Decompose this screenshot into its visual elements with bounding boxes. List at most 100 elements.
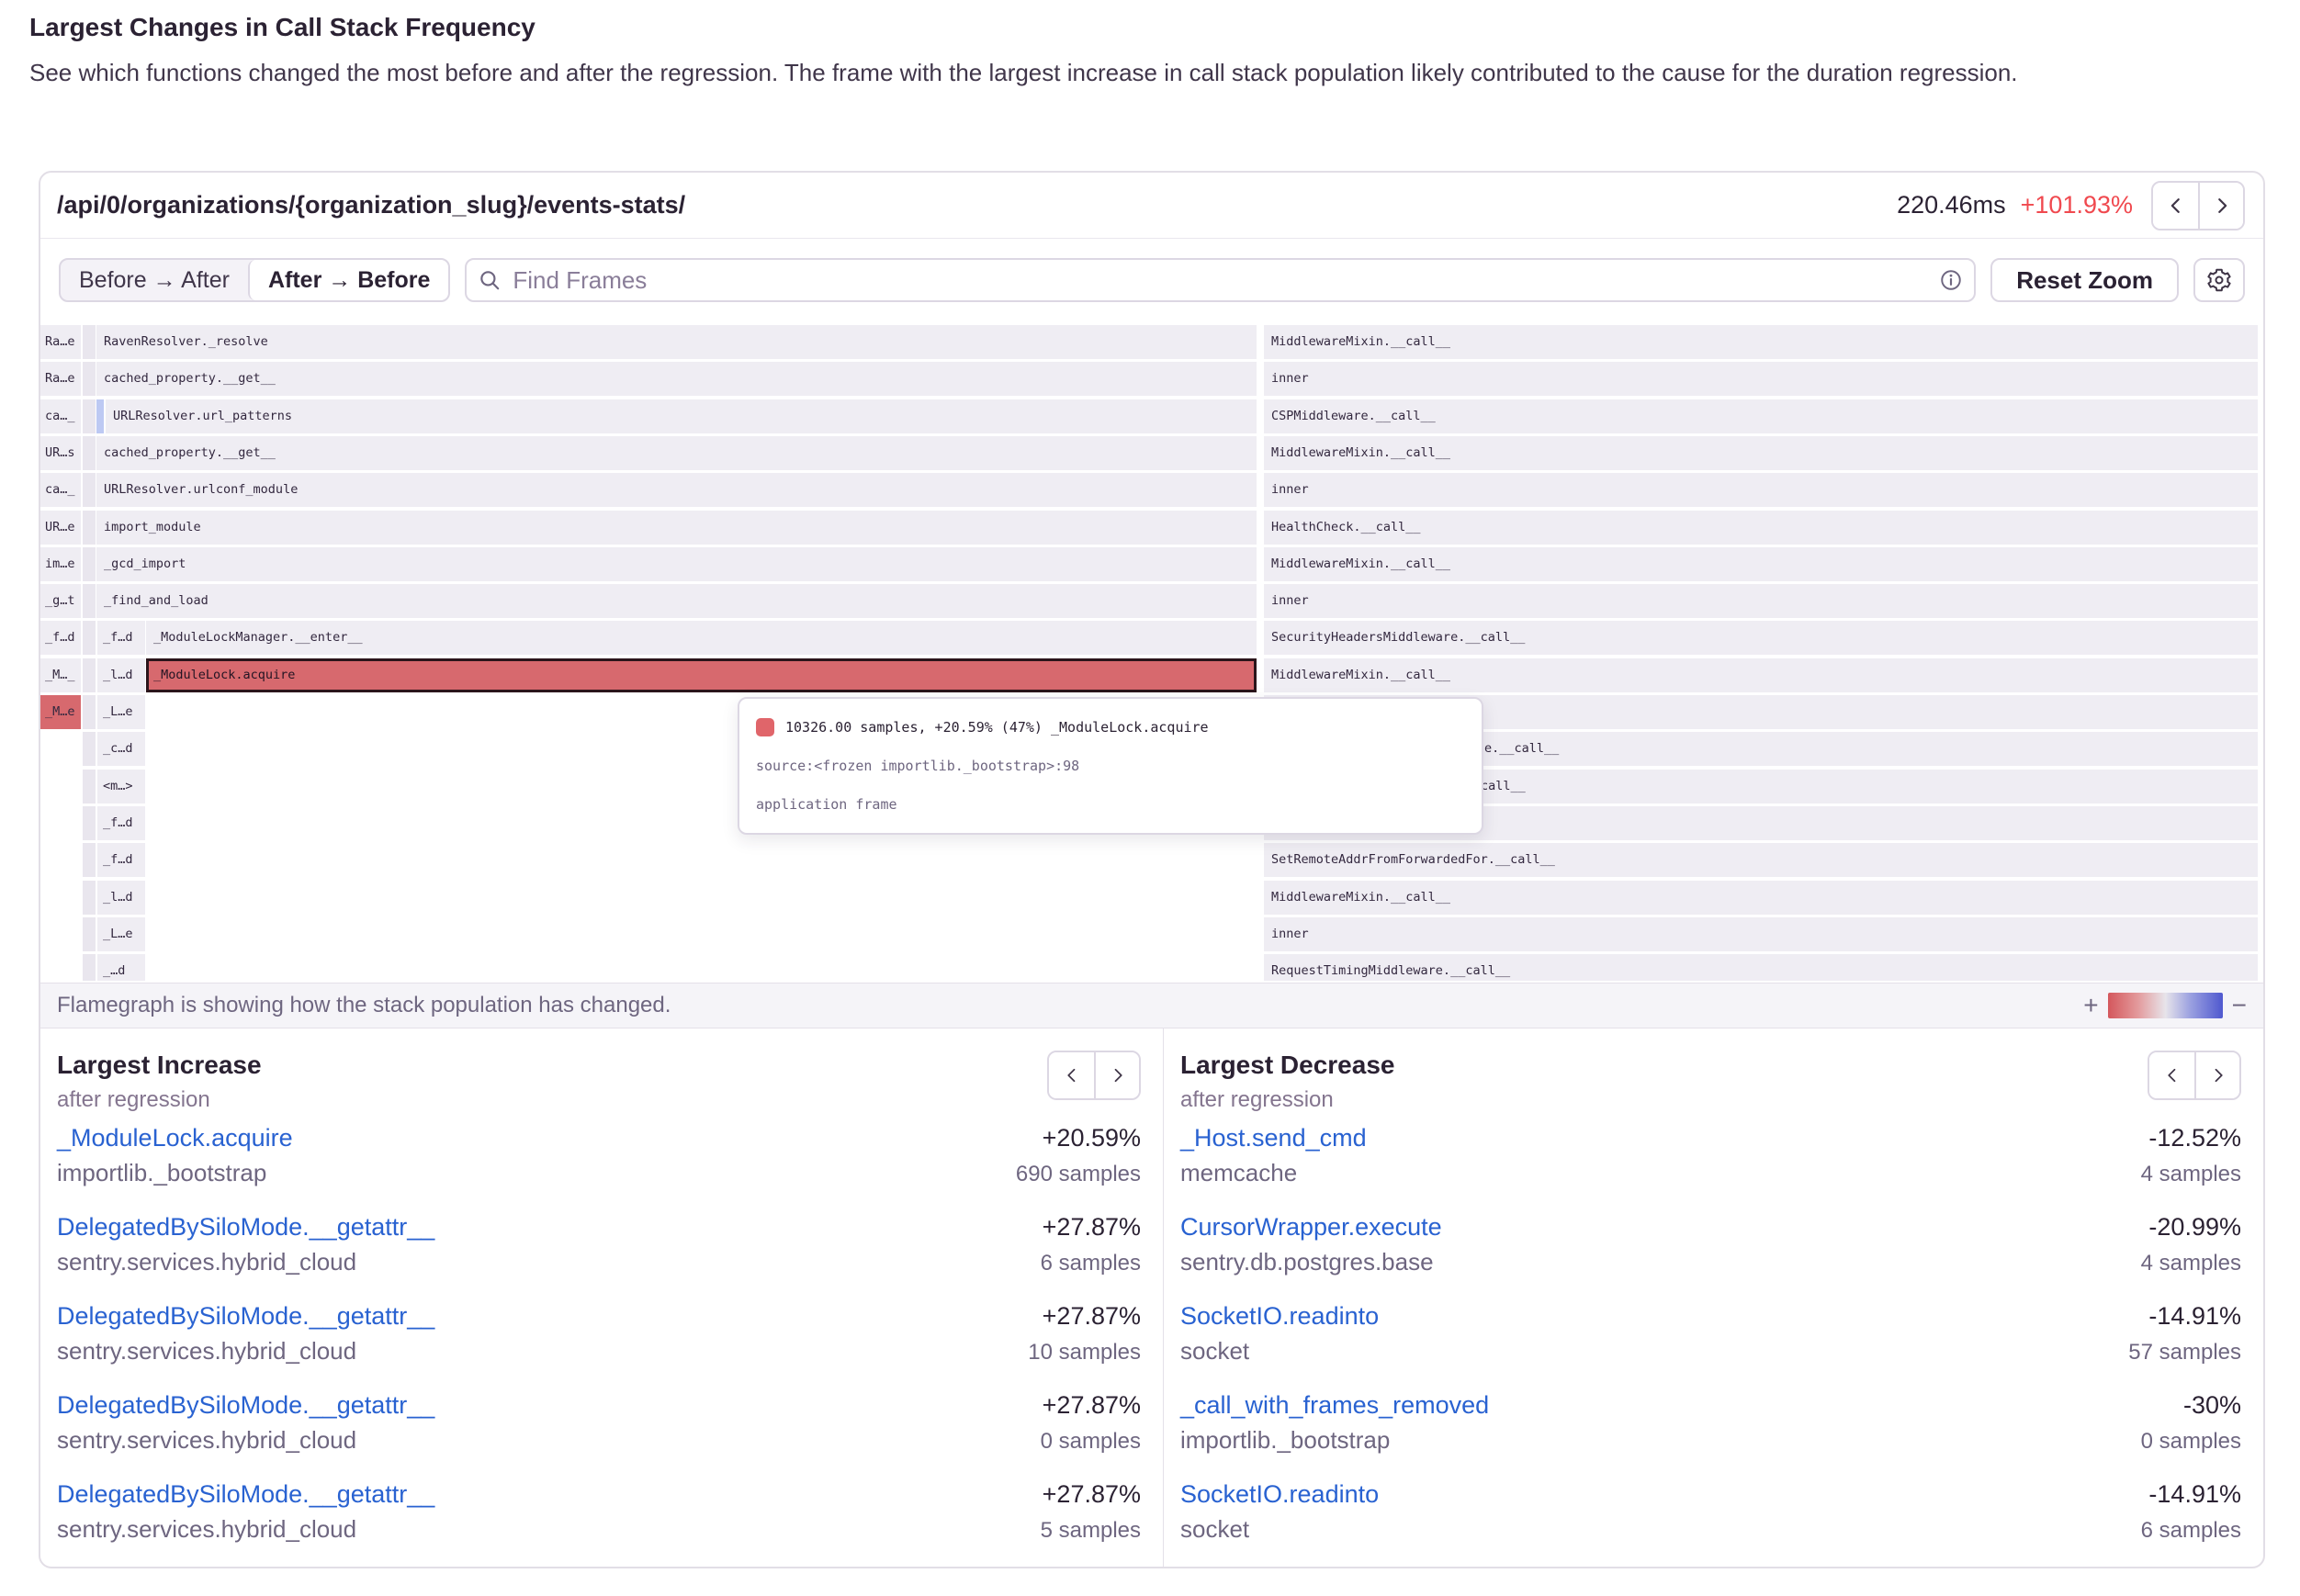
frame-sliver-column[interactable] xyxy=(83,584,96,618)
frame-cell[interactable]: Ra…e xyxy=(40,325,81,359)
item-line-2: sentry.services.hybrid_cloud0 samples xyxy=(57,1420,1141,1455)
frame-sliver-column[interactable] xyxy=(83,399,96,433)
frame[interactable]: MiddlewareMixin.__call__ xyxy=(1264,436,2258,470)
frame[interactable]: MiddlewareMixin.__call__ xyxy=(1264,881,2258,915)
flamegraph-statusbar: Flamegraph is showing how the stack popu… xyxy=(40,983,2263,1028)
item-line-1: _ModuleLock.acquire+20.59% xyxy=(57,1124,1141,1152)
tooltip-sample-line: 10326.00 samples, +20.59% (47%) _ModuleL… xyxy=(756,712,1465,743)
function-link[interactable]: _call_with_frames_removed xyxy=(1180,1391,1489,1420)
frame-cell[interactable]: UR…e xyxy=(40,511,81,545)
function-link[interactable]: _Host.send_cmd xyxy=(1180,1124,1367,1152)
frame-cell[interactable]: Ra…e xyxy=(40,362,81,396)
frame-cell[interactable]: _l…d xyxy=(97,881,145,915)
frame-sliver-column[interactable] xyxy=(83,362,96,396)
next-endpoint-button[interactable] xyxy=(2198,183,2243,229)
frame-cell[interactable]: _l…d xyxy=(97,658,145,692)
increase-prev-button[interactable] xyxy=(1049,1052,1094,1098)
differential-flamegraph[interactable]: Ra…eRavenResolver._resolveMiddlewareMixi… xyxy=(40,325,2263,981)
frame[interactable]: CSPMiddleware.__call__ xyxy=(1264,399,2258,433)
frame[interactable]: RequestTimingMiddleware.__call__ xyxy=(1264,954,2258,981)
frame-cell[interactable]: ca…_ xyxy=(40,473,81,507)
reset-zoom-button[interactable]: Reset Zoom xyxy=(1990,258,2179,302)
decrease-next-button[interactable] xyxy=(2194,1052,2239,1098)
toggle-after-before[interactable]: After → Before xyxy=(248,260,448,300)
frame[interactable]: MiddlewareMixin.__call__ xyxy=(1264,547,2258,581)
frame-sliver-column[interactable] xyxy=(83,436,96,470)
frame-cell[interactable]: UR…s xyxy=(40,436,81,470)
frame[interactable]: RavenResolver._resolve xyxy=(96,325,1257,359)
selected-frame-sliver[interactable] xyxy=(96,399,104,433)
frame[interactable]: URLResolver.urlconf_module xyxy=(96,473,1257,507)
frame[interactable]: inner xyxy=(1264,917,2258,951)
frame[interactable]: HealthCheck.__call__ xyxy=(1264,511,2258,545)
frame-sliver-column[interactable] xyxy=(83,843,96,877)
largest-decrease-column: Largest Decrease after regression _Host.… xyxy=(1163,1028,2263,1567)
frame-sliver-column[interactable] xyxy=(83,658,96,692)
frame[interactable]: _gcd_import xyxy=(96,547,1257,581)
frame[interactable]: _ModuleLock.acquire xyxy=(146,658,1257,692)
change-percent: +27.87% xyxy=(1043,1213,1141,1242)
frame-cell[interactable]: <m…> xyxy=(97,770,145,804)
frame-cell[interactable]: _f…d xyxy=(97,621,145,655)
frame[interactable]: inner xyxy=(1264,473,2258,507)
frame-cell[interactable]: _f…d xyxy=(97,806,145,840)
function-link[interactable]: SocketIO.readinto xyxy=(1180,1480,1379,1509)
module-name: sentry.services.hybrid_cloud xyxy=(57,1426,356,1455)
frame[interactable]: SecurityHeadersMiddleware.__call__ xyxy=(1264,621,2258,655)
endpoint-pager xyxy=(2151,181,2245,230)
frame-cell[interactable]: ca…_ xyxy=(40,399,81,433)
frame-sliver-column[interactable] xyxy=(83,806,96,840)
frame-sliver-column[interactable] xyxy=(83,695,96,729)
frame-sliver-column[interactable] xyxy=(83,547,96,581)
frame[interactable]: inner xyxy=(1264,362,2258,396)
frame-cell[interactable]: _M…e xyxy=(40,695,81,729)
decrease-prev-button[interactable] xyxy=(2149,1052,2194,1098)
find-frames-input[interactable] xyxy=(465,258,1976,302)
frame-sliver-column[interactable] xyxy=(83,473,96,507)
prev-endpoint-button[interactable] xyxy=(2153,183,2198,229)
frame-sliver-column[interactable] xyxy=(83,621,96,655)
frame-sliver-column[interactable] xyxy=(83,325,96,359)
frame-cell[interactable]: _L…e xyxy=(97,695,145,729)
frame[interactable]: URLResolver.url_patterns xyxy=(106,399,1257,433)
frame[interactable]: import_module xyxy=(96,511,1257,545)
frame-sliver-column[interactable] xyxy=(83,732,96,766)
increase-next-button[interactable] xyxy=(1094,1052,1139,1098)
frame-cell[interactable]: im…e xyxy=(40,547,81,581)
frame-cell[interactable]: _M…_ xyxy=(40,658,81,692)
frame[interactable]: inner xyxy=(1264,584,2258,618)
function-link[interactable]: DelegatedBySiloMode.__getattr__ xyxy=(57,1391,434,1420)
frame-sliver-column[interactable] xyxy=(83,917,96,951)
frame[interactable]: SetRemoteAddrFromForwardedFor.__call__ xyxy=(1264,843,2258,877)
frame-cell[interactable]: _f…d xyxy=(97,843,145,877)
frame-cell[interactable]: _c…d xyxy=(97,732,145,766)
function-link[interactable]: _ModuleLock.acquire xyxy=(57,1124,293,1152)
frame[interactable]: _ModuleLockManager.__enter__ xyxy=(146,621,1257,655)
function-link[interactable]: DelegatedBySiloMode.__getattr__ xyxy=(57,1213,434,1242)
function-link[interactable]: DelegatedBySiloMode.__getattr__ xyxy=(57,1480,434,1509)
frame-sliver-column[interactable] xyxy=(83,511,96,545)
frame-cell[interactable]: _f…d xyxy=(40,621,81,655)
direction-toggle: Before → After After → Before xyxy=(59,258,450,302)
info-icon[interactable] xyxy=(1939,268,1963,297)
frame-sliver-column[interactable] xyxy=(83,770,96,804)
function-link[interactable]: SocketIO.readinto xyxy=(1180,1302,1379,1331)
frame-cell[interactable]: _g…t xyxy=(40,584,81,618)
frame-sliver-column[interactable] xyxy=(83,881,96,915)
frame[interactable]: cached_property.__get__ xyxy=(96,436,1257,470)
frame[interactable]: MiddlewareMixin.__call__ xyxy=(1264,658,2258,692)
frame-cell[interactable]: _…d xyxy=(97,954,145,981)
function-link[interactable]: CursorWrapper.execute xyxy=(1180,1213,1442,1242)
flame-row: ca…_ URLResolver.url_patternsCSPMiddlewar… xyxy=(40,399,2263,433)
frame[interactable]: MiddlewareMixin.__call__ xyxy=(1264,325,2258,359)
frame-cell[interactable]: _L…e xyxy=(97,917,145,951)
frame[interactable]: cached_property.__get__ xyxy=(96,362,1257,396)
change-percent: -14.91% xyxy=(2148,1302,2241,1331)
settings-button[interactable] xyxy=(2193,258,2245,302)
function-link[interactable]: DelegatedBySiloMode.__getattr__ xyxy=(57,1302,434,1331)
chevron-right-icon xyxy=(1109,1066,1127,1085)
item-line-1: _call_with_frames_removed-30% xyxy=(1180,1391,2241,1420)
toggle-before-after[interactable]: Before → After xyxy=(61,260,248,300)
frame[interactable]: _find_and_load xyxy=(96,584,1257,618)
frame-sliver-column[interactable] xyxy=(83,954,96,981)
